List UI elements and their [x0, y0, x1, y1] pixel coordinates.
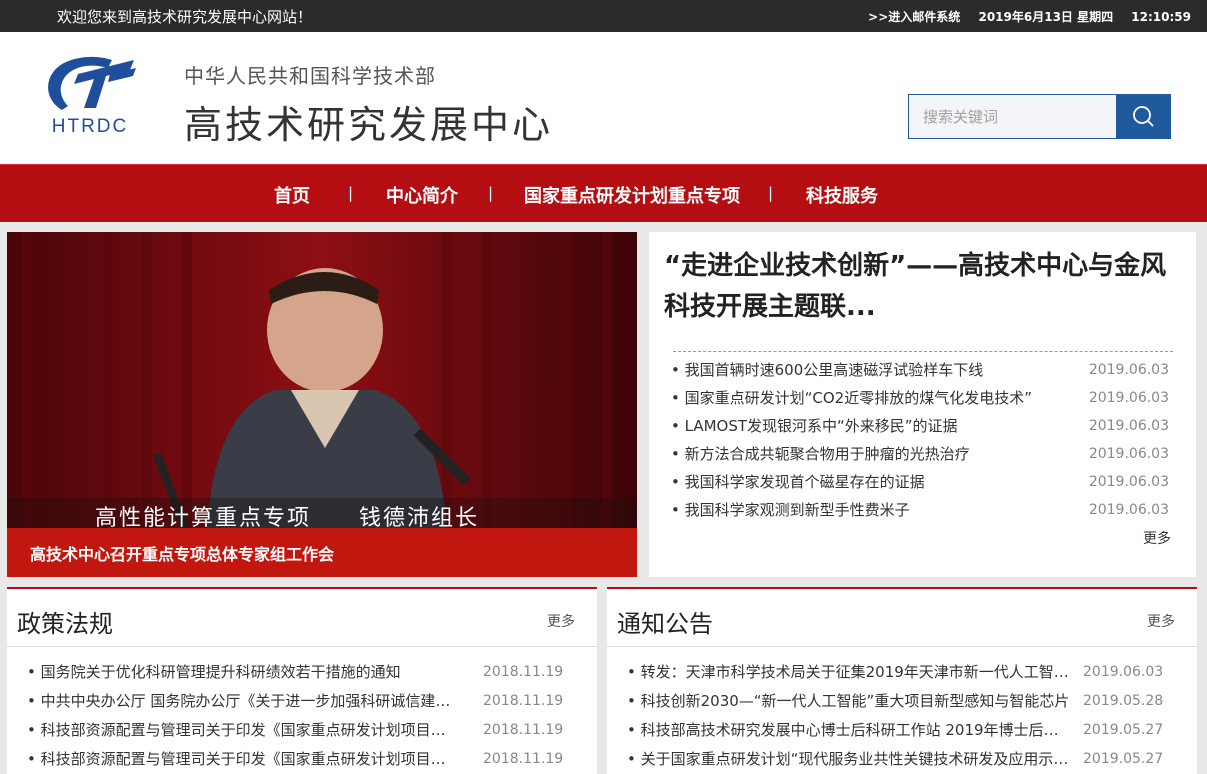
policy-title-link[interactable]: • 中共中央办公厅 国务院办公厅《关于进一步加强科研诚信建设的若干意见》	[27, 689, 457, 713]
news-date: 2019.06.03	[1088, 502, 1169, 518]
policy-section-title: 政策法规	[17, 610, 113, 638]
news-title-link[interactable]: • 我国科学家发现首个磁星存在的证据	[671, 470, 1069, 494]
mail-system-link[interactable]: >>进入邮件系统	[868, 10, 960, 24]
list-item[interactable]: • LAMOST发现银河系中“外来移民”的证据 2019.06.03	[671, 414, 1169, 442]
notice-date: 2019.05.27	[1083, 751, 1164, 767]
list-item[interactable]: • 我国首辆时速600公里高速磁浮试验样车下线 2019.06.03	[671, 358, 1169, 386]
headline-panel: “走进企业技术创新”——高技术中心与金风科技开展主题联... • 我国首辆时速6…	[649, 232, 1196, 577]
notice-date: 2019.06.03	[1083, 664, 1164, 680]
list-item[interactable]: • 新方法合成共轭聚合物用于肿瘤的光热治疗 2019.06.03	[671, 442, 1169, 470]
logo-emblem-icon	[48, 56, 136, 110]
news-title-link[interactable]: • 我国科学家观测到新型手性费米子	[671, 498, 1069, 522]
search-input[interactable]	[908, 94, 1117, 139]
notice-date: 2019.05.27	[1083, 722, 1164, 738]
nav-separator: |	[348, 184, 354, 202]
list-item[interactable]: • 国家重点研发计划“CO2近零排放的煤气化发电技术” 2019.06.03	[671, 386, 1169, 414]
section-divider	[607, 646, 1197, 647]
news-date: 2019.06.03	[1088, 362, 1169, 378]
htrdc-logo[interactable]: HTRDC	[38, 50, 142, 137]
headline-title-link[interactable]: “走进企业技术创新”——高技术中心与金风科技开展主题联...	[664, 246, 1184, 328]
ministry-name: 中华人民共和国科学技术部	[184, 64, 436, 88]
list-item[interactable]: • 我国科学家发现首个磁星存在的证据 2019.06.03	[671, 470, 1169, 498]
nav-separator: |	[488, 184, 494, 202]
headline-more-link[interactable]: 更多	[1143, 528, 1171, 548]
news-date: 2019.06.03	[1088, 474, 1169, 490]
notice-title-link[interactable]: • 科技创新2030—“新一代人工智能”重大项目新型感知与智能芯片	[627, 689, 1071, 713]
top-bar-right: >>进入邮件系统 2019年6月13日 星期四 12:10:59	[868, 8, 1191, 25]
news-title-link[interactable]: • LAMOST发现银河系中“外来移民”的证据	[671, 414, 1069, 438]
nav-separator: |	[768, 184, 774, 202]
current-date: 2019年6月13日 星期四	[978, 10, 1114, 24]
nav-item-services[interactable]: 科技服务	[806, 182, 878, 208]
policy-title-link[interactable]: • 国务院关于优化科研管理提升科研绩效若干措施的通知	[27, 660, 457, 684]
section-divider	[7, 646, 597, 647]
logo-abbreviation: HTRDC	[51, 116, 129, 137]
search-button[interactable]	[1116, 94, 1171, 139]
notice-section-title: 通知公告	[617, 610, 713, 638]
nav-item-about[interactable]: 中心简介	[386, 182, 458, 208]
featured-slider[interactable]: 高性能计算重点专项 钱德沛组长 高技术中心召开重点专项总体专家组工作会	[7, 232, 637, 577]
notice-title-link[interactable]: • 关于国家重点研发计划“现代服务业共性关键技术研发及应用示范”	[627, 747, 1071, 771]
notice-title-link[interactable]: • 科技部高技术研究发展中心博士后科研工作站 2019年博士后招收公告	[627, 718, 1071, 742]
nav-item-home[interactable]: 首页	[274, 182, 310, 208]
news-date: 2019.06.03	[1088, 418, 1169, 434]
policy-title-link[interactable]: • 科技部资源配置与管理司关于印发《国家重点研发计划项目管理办法》	[27, 747, 457, 771]
policy-date: 2018.11.19	[483, 751, 564, 767]
featured-photo	[7, 232, 637, 528]
news-title-link[interactable]: • 我国首辆时速600公里高速磁浮试验样车下线	[671, 358, 1069, 382]
policy-date: 2018.11.19	[483, 722, 564, 738]
site-header: HTRDC 中华人民共和国科学技术部 高技术研究发展中心	[0, 32, 1207, 164]
notice-section: 通知公告 更多 • 转发：天津市科学技术局关于征集2019年天津市新一代人工智能…	[607, 587, 1197, 774]
notice-title-link[interactable]: • 转发：天津市科学技术局关于征集2019年天津市新一代人工智能项目的通知	[627, 660, 1071, 684]
policy-section: 政策法规 更多 • 国务院关于优化科研管理提升科研绩效若干措施的通知 2018.1…	[7, 587, 597, 774]
search-icon	[1133, 106, 1154, 127]
notice-more-link[interactable]: 更多	[1147, 611, 1175, 631]
notice-date: 2019.05.28	[1083, 693, 1164, 709]
policy-more-link[interactable]: 更多	[547, 611, 575, 631]
current-time: 12:10:59	[1131, 10, 1191, 24]
news-date: 2019.06.03	[1088, 390, 1169, 406]
news-title-link[interactable]: • 国家重点研发计划“CO2近零排放的煤气化发电技术”	[671, 386, 1069, 410]
search-box	[908, 94, 1171, 139]
nav-item-key-projects[interactable]: 国家重点研发计划重点专项	[524, 182, 740, 208]
headline-news-list: • 我国首辆时速600公里高速磁浮试验样车下线 2019.06.03 • 国家重点…	[671, 358, 1169, 526]
headline-divider	[673, 351, 1173, 352]
policy-title-link[interactable]: • 科技部资源配置与管理司关于印发《国家重点研发计划项目综合绩效评价工作规范》	[27, 718, 457, 742]
news-date: 2019.06.03	[1088, 446, 1169, 462]
welcome-text: 欢迎您来到高技术研究发展中心网站！	[57, 8, 313, 26]
main-nav: 首页 | 中心简介 | 国家重点研发计划重点专项 | 科技服务	[0, 164, 1207, 222]
top-bar: 欢迎您来到高技术研究发展中心网站！ >>进入邮件系统 2019年6月13日 星期…	[0, 0, 1207, 32]
center-name: 高技术研究发展中心	[184, 103, 554, 147]
news-title-link[interactable]: • 新方法合成共轭聚合物用于肿瘤的光热治疗	[671, 442, 1069, 466]
policy-date: 2018.11.19	[483, 664, 564, 680]
policy-date: 2018.11.19	[483, 693, 564, 709]
list-item[interactable]: • 我国科学家观测到新型手性费米子 2019.06.03	[671, 498, 1169, 526]
slide-caption-link[interactable]: 高技术中心召开重点专项总体专家组工作会	[7, 528, 637, 577]
